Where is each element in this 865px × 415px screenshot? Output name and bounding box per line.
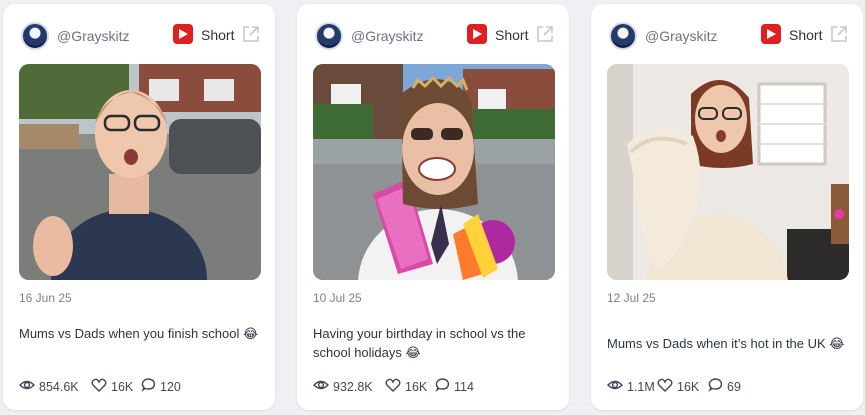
comments-count: 114 bbox=[454, 380, 474, 394]
youtube-icon bbox=[467, 24, 487, 44]
comments-count: 69 bbox=[727, 380, 741, 394]
card-header: @Grayskitz Short bbox=[313, 22, 553, 54]
avatar[interactable] bbox=[609, 22, 637, 50]
post-date: 16 Jun 25 bbox=[19, 291, 72, 305]
external-link-icon[interactable] bbox=[535, 24, 555, 44]
likes-count: 16K bbox=[405, 380, 428, 394]
video-card[interactable]: @Grayskitz Short 10 Jul 25 Having your b… bbox=[297, 4, 569, 410]
video-thumbnail[interactable] bbox=[607, 64, 849, 280]
youtube-icon bbox=[761, 24, 781, 44]
video-caption: Having your birthday in school vs the sc… bbox=[313, 326, 526, 360]
eye-icon bbox=[607, 380, 623, 390]
card-header: @Grayskitz Short bbox=[19, 22, 259, 54]
channel-handle[interactable]: @Grayskitz bbox=[351, 28, 424, 44]
likes-count: 16K bbox=[677, 380, 700, 394]
heart-icon bbox=[91, 378, 107, 392]
views-count: 854.6K bbox=[39, 380, 79, 394]
video-thumbnail[interactable] bbox=[19, 64, 261, 280]
post-date: 10 Jul 25 bbox=[313, 291, 362, 305]
avatar[interactable] bbox=[315, 22, 343, 50]
platform-label: Short bbox=[201, 27, 235, 43]
eye-icon bbox=[313, 380, 329, 390]
eye-icon bbox=[19, 380, 35, 390]
video-caption: Mums vs Dads when it’s hot in the UK 😂 bbox=[607, 336, 845, 351]
external-link-icon[interactable] bbox=[829, 24, 849, 44]
video-card[interactable]: @Grayskitz Short 12 Jul 25 Mums vs Dads … bbox=[591, 4, 863, 410]
views-count: 932.8K bbox=[333, 380, 373, 394]
platform-label: Short bbox=[495, 27, 529, 43]
video-caption: Mums vs Dads when you finish school 😂 bbox=[19, 326, 259, 341]
comment-icon bbox=[435, 378, 450, 393]
likes-count: 16K bbox=[111, 380, 134, 394]
comments-count: 120 bbox=[160, 380, 181, 394]
video-thumbnail[interactable] bbox=[313, 64, 555, 280]
video-card[interactable]: @Grayskitz Short 16 Jun 25 Mums vs Dads … bbox=[3, 4, 275, 410]
heart-icon bbox=[385, 378, 401, 392]
channel-handle[interactable]: @Grayskitz bbox=[57, 28, 130, 44]
youtube-icon bbox=[173, 24, 193, 44]
heart-icon bbox=[657, 378, 673, 392]
card-header: @Grayskitz Short bbox=[607, 22, 847, 54]
channel-handle[interactable]: @Grayskitz bbox=[645, 28, 718, 44]
views-count: 1.1M bbox=[627, 380, 655, 394]
post-date: 12 Jul 25 bbox=[607, 291, 656, 305]
external-link-icon[interactable] bbox=[241, 24, 261, 44]
comment-icon bbox=[141, 378, 156, 393]
avatar[interactable] bbox=[21, 22, 49, 50]
comment-icon bbox=[708, 378, 723, 393]
platform-label: Short bbox=[789, 27, 823, 43]
